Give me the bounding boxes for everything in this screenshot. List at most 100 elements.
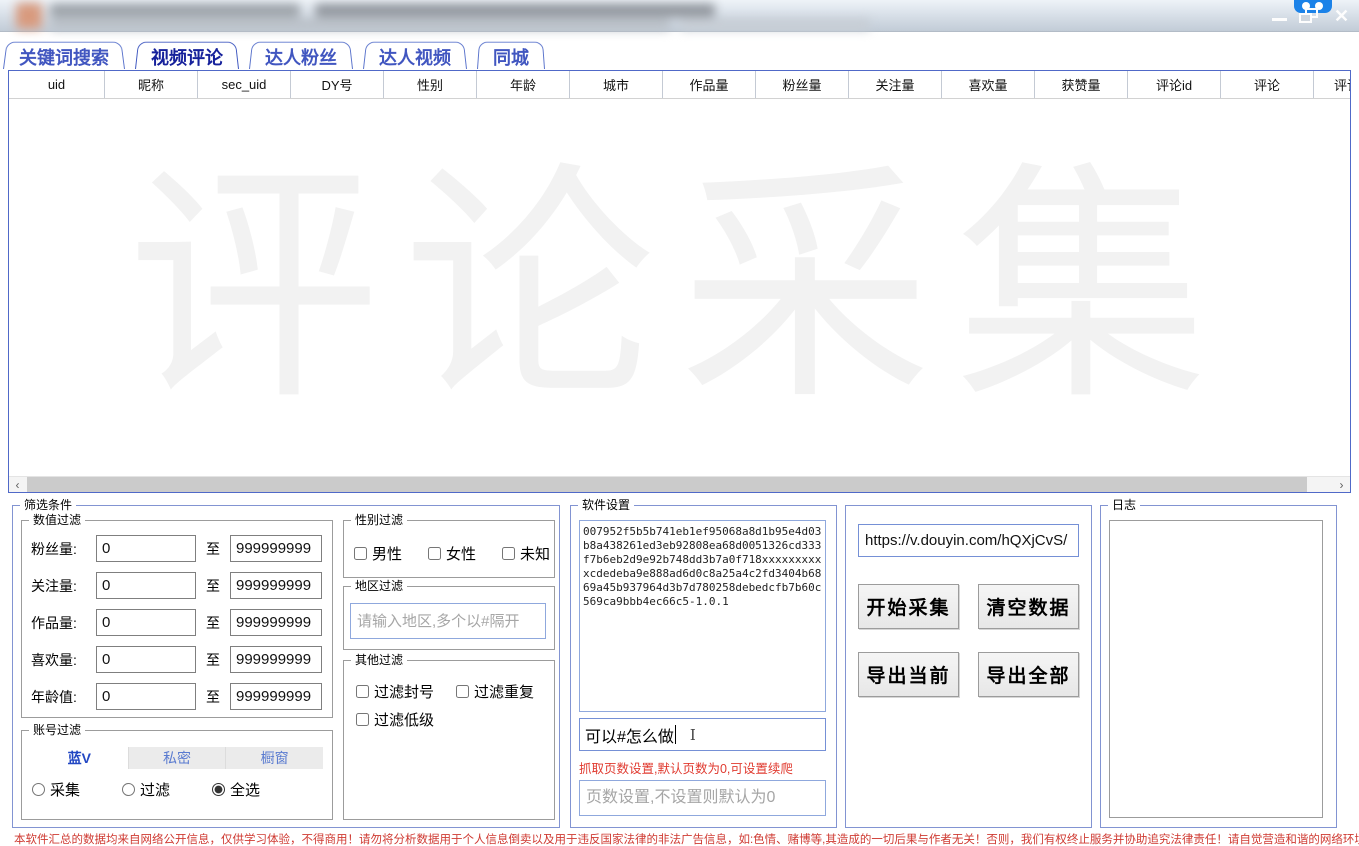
likes-max-input[interactable] (230, 646, 322, 673)
log-output[interactable] (1109, 520, 1323, 818)
checkbox-male-input[interactable] (354, 547, 367, 560)
tab-same-city[interactable]: 同城 (477, 40, 545, 69)
col-age[interactable]: 年龄 (477, 71, 570, 98)
group-title: 账号过滤 (29, 723, 85, 737)
horizontal-scrollbar[interactable]: ‹ › (9, 476, 1350, 492)
works-min-input[interactable] (96, 609, 196, 636)
col-likes-count[interactable]: 喜欢量 (942, 71, 1035, 98)
ibeam-cursor-icon: I (690, 726, 696, 744)
group-title: 数值过滤 (29, 513, 85, 527)
col-works-count[interactable]: 作品量 (663, 71, 756, 98)
col-fans-count[interactable]: 粉丝量 (756, 71, 849, 98)
col-follow-count[interactable]: 关注量 (849, 71, 942, 98)
col-praised-count[interactable]: 获赞量 (1035, 71, 1128, 98)
col-sec-uid[interactable]: sec_uid (198, 71, 291, 98)
page-count-input[interactable] (579, 780, 826, 816)
minimize-button[interactable] (1272, 18, 1287, 21)
radio-collect[interactable]: 采集 (32, 779, 80, 800)
title-blur-block (680, 19, 870, 30)
title-blur-block (50, 19, 670, 30)
checkbox-label: 过滤低级 (374, 709, 434, 730)
gender-checkboxes: 男性 女性 未知 (354, 543, 550, 564)
age-min-input[interactable] (96, 683, 196, 710)
checkbox-female-input[interactable] (428, 547, 441, 560)
radio-select-all-input[interactable] (212, 783, 225, 796)
checkbox-filter-lowgrade[interactable]: 过滤低级 (356, 709, 434, 730)
checkbox-filter-duplicate-input[interactable] (456, 685, 469, 698)
radio-label: 过滤 (140, 779, 170, 800)
checkbox-filter-banned-input[interactable] (356, 685, 369, 698)
results-table: uid 昵称 sec_uid DY号 性别 年龄 城市 作品量 粉丝量 关注量 … (8, 70, 1351, 493)
tab-keyword-search[interactable]: 关键词搜索 (3, 40, 125, 69)
export-all-button[interactable]: 导出全部 (978, 652, 1079, 697)
checkbox-filter-banned[interactable]: 过滤封号 (356, 681, 434, 702)
blue-v-button[interactable]: 蓝V (31, 747, 129, 769)
fans-min-input[interactable] (96, 535, 196, 562)
export-current-button[interactable]: 导出当前 (858, 652, 959, 697)
radio-filter-input[interactable] (122, 783, 135, 796)
tab-strip: 关键词搜索 视频评论 达人粉丝 达人视频 同城 (3, 40, 545, 69)
table-body: 评论采集 (9, 99, 1350, 476)
radio-label: 全选 (230, 779, 260, 800)
col-uid[interactable]: uid (9, 71, 105, 98)
to-label: 至 (206, 687, 220, 707)
account-type-segments: 蓝V 私密 橱窗 (31, 747, 323, 769)
scroll-right-arrow-icon[interactable]: › (1333, 477, 1350, 492)
checkbox-unknown-input[interactable] (502, 547, 515, 560)
scroll-left-arrow-icon[interactable]: ‹ (9, 477, 26, 492)
checkbox-label: 未知 (520, 543, 550, 564)
likes-min-input[interactable] (96, 646, 196, 673)
close-button[interactable]: ✕ (1334, 4, 1349, 28)
title-blur-block (315, 4, 715, 17)
actions-panel: 开始采集 清空数据 导出当前 导出全部 (845, 505, 1092, 828)
tab-influencer-fans[interactable]: 达人粉丝 (249, 40, 353, 69)
row-label: 粉丝量: (31, 539, 77, 559)
start-collect-button[interactable]: 开始采集 (858, 584, 959, 629)
other-filter-group: 其他过滤 过滤封号 过滤重复 过滤低级 (343, 660, 555, 820)
private-button[interactable]: 私密 (129, 747, 227, 769)
fans-max-input[interactable] (230, 535, 322, 562)
maximize-button[interactable] (1299, 8, 1319, 24)
tab-influencer-videos[interactable]: 达人视频 (363, 40, 467, 69)
keyword-input[interactable]: 可以#怎么做 I (579, 718, 826, 751)
scrollbar-track[interactable] (26, 477, 1333, 492)
to-label: 至 (206, 576, 220, 596)
filter-conditions-group: 筛选条件 数值过滤 粉丝量: 至 关注量: 至 作品量: 至 (12, 505, 560, 828)
col-comment[interactable]: 评论 (1221, 71, 1314, 98)
checkbox-filter-duplicate[interactable]: 过滤重复 (456, 681, 534, 702)
checkbox-female[interactable]: 女性 (428, 543, 476, 564)
checkbox-filter-lowgrade-input[interactable] (356, 713, 369, 726)
col-comment-time[interactable]: 评论时间 (1314, 71, 1350, 98)
works-max-input[interactable] (230, 609, 322, 636)
col-dy-id[interactable]: DY号 (291, 71, 384, 98)
col-city[interactable]: 城市 (570, 71, 663, 98)
follow-max-input[interactable] (230, 572, 322, 599)
scrollbar-thumb[interactable] (27, 477, 1307, 492)
radio-filter[interactable]: 过滤 (122, 779, 170, 800)
numeric-filter-row: 粉丝量: 至 (22, 535, 332, 562)
radio-collect-input[interactable] (32, 783, 45, 796)
to-label: 至 (206, 539, 220, 559)
col-nickname[interactable]: 昵称 (105, 71, 198, 98)
to-label: 至 (206, 650, 220, 670)
follow-min-input[interactable] (96, 572, 196, 599)
col-comment-id[interactable]: 评论id (1128, 71, 1221, 98)
col-gender[interactable]: 性别 (384, 71, 477, 98)
radio-select-all[interactable]: 全选 (212, 779, 260, 800)
tab-label: 达人粉丝 (265, 48, 337, 68)
numeric-filter-group: 数值过滤 粉丝量: 至 关注量: 至 作品量: 至 喜欢量: (21, 520, 333, 718)
tab-video-comments[interactable]: 视频评论 (135, 40, 239, 69)
page-setting-hint: 抓取页数设置,默认页数为0,可设置续爬 (579, 758, 793, 777)
checkbox-male[interactable]: 男性 (354, 543, 402, 564)
clear-data-button[interactable]: 清空数据 (978, 584, 1079, 629)
group-title: 地区过滤 (351, 579, 407, 593)
to-label: 至 (206, 613, 220, 633)
age-max-input[interactable] (230, 683, 322, 710)
region-input[interactable] (350, 603, 546, 639)
share-url-input[interactable] (858, 524, 1079, 557)
license-key-textarea[interactable]: 007952f5b5b741eb1ef95068a8d1b95e4d03b8a4… (579, 520, 826, 712)
app-window: ✕ 关键词搜索 视频评论 达人粉丝 达人视频 同城 uid 昵称 sec_uid… (0, 0, 1359, 846)
checkbox-unknown[interactable]: 未知 (502, 543, 550, 564)
checkbox-label: 过滤封号 (374, 681, 434, 702)
showcase-button[interactable]: 橱窗 (226, 747, 323, 769)
